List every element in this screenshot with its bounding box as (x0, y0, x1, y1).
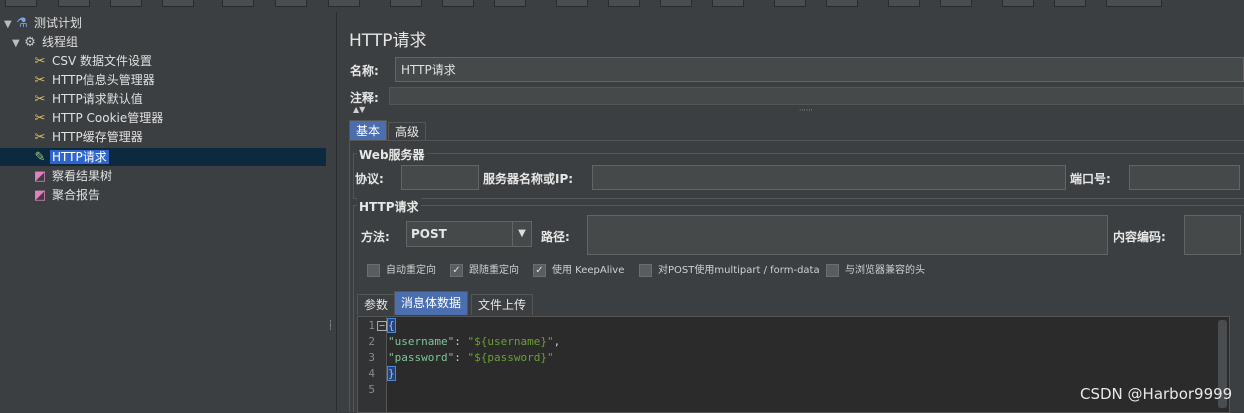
checkbox-unchecked-icon[interactable] (639, 263, 652, 277)
chart-icon: ◩ (33, 188, 47, 203)
wrench-icon: ✂ (34, 92, 46, 107)
chevron-down-icon[interactable]: ▼ (512, 222, 531, 246)
tab-parameters[interactable]: 参数 (357, 294, 396, 315)
encoding-label: 内容编码: (1113, 230, 1166, 244)
name-input[interactable] (395, 57, 1244, 82)
server-label: 服务器名称或IP: (483, 172, 574, 186)
port-input[interactable] (1129, 165, 1240, 190)
line-gutter: 1 2 3 4 5 − (358, 317, 387, 412)
checkbox-unchecked-icon[interactable] (826, 263, 839, 277)
toggle-button[interactable] (494, 0, 526, 7)
keepalive-checkbox[interactable]: ✓ 使用 KeepAlive (533, 263, 624, 279)
cut-button[interactable] (222, 0, 254, 7)
test-plan-tree: ▼ ⚗ 测试计划 ▼ ⚙ 线程组 ✂ CSV 数据文件设置 ✂ HTTP信息头管理器 ✂ HT… (0, 12, 327, 411)
function-helper-button[interactable] (1002, 0, 1034, 7)
method-value: POST (411, 227, 447, 241)
line-number: 1 (368, 319, 375, 332)
chart-icon: ◩ (33, 169, 47, 184)
code-line-3: "password": "${password}" (388, 351, 554, 364)
code-line-4: } (387, 366, 396, 381)
checkbox-checked-icon[interactable]: ✓ (450, 263, 463, 277)
fold-collapse-icon[interactable]: − (377, 321, 387, 331)
comment-label: 注释: (350, 91, 379, 105)
splitter[interactable] (326, 12, 337, 411)
templates-button[interactable] (58, 0, 90, 7)
open-button[interactable] (110, 0, 142, 7)
wrench-icon: ✂ (34, 73, 46, 88)
flask-icon: ⚗ (16, 16, 28, 31)
wrench-icon: ✂ (34, 54, 46, 69)
line-number: 5 (368, 383, 375, 396)
splitter-grip-icon[interactable]: ⁞ ⁞ (329, 320, 333, 334)
tree-node-thread-group[interactable]: ▼ ⚙ 线程组 (12, 33, 80, 51)
tab-body-data[interactable]: 消息体数据 (394, 291, 469, 315)
wrench-icon: ✂ (34, 111, 46, 126)
toolbar (0, 0, 1244, 8)
tree-node-aggregate-report[interactable]: ◩ 聚合报告 (32, 186, 102, 204)
follow-redirects-checkbox[interactable]: ✓ 跟随重定向 (450, 263, 519, 279)
save-button[interactable] (162, 0, 194, 7)
search-button[interactable] (888, 0, 920, 7)
web-server-title: Web服务器 (357, 146, 427, 163)
help-button[interactable] (1054, 0, 1086, 7)
shutdown-button[interactable] (712, 0, 744, 7)
status-field (1106, 0, 1162, 7)
start-button[interactable] (556, 0, 588, 7)
panel-title: HTTP请求 (349, 31, 427, 51)
line-number: 2 (368, 335, 375, 348)
line-number: 4 (368, 367, 375, 380)
stop-button[interactable] (660, 0, 692, 7)
http-request-group-title: HTTP请求 (357, 198, 421, 215)
tree-node-cache-manager[interactable]: ✂ HTTP缓存管理器 (32, 128, 145, 146)
comment-input[interactable] (389, 87, 1244, 105)
line-number: 3 (368, 351, 375, 364)
divider-grip-icon[interactable]: ⋯⋯ (799, 106, 813, 114)
code-line-2: "username": "${username}", (388, 335, 561, 348)
redirect-auto-checkbox[interactable]: 自动重定向 (367, 263, 436, 279)
pipette-icon: ✎ (34, 150, 46, 165)
expand-arrow-icon[interactable]: ▼ (12, 35, 22, 53)
clear-button[interactable] (774, 0, 806, 7)
tree-node-http-request[interactable]: ✎ HTTP请求 (0, 148, 326, 166)
collapse-arrows-icon[interactable]: ▲▼ (353, 105, 365, 114)
http-request-panel: HTTP请求 名称: 注释: ▲▼ ⋯⋯ 基本 高级 Web服务器 协议: 服务… (337, 12, 1244, 413)
multipart-checkbox[interactable]: 对POST使用multipart / form-data (639, 263, 820, 279)
reset-search-button[interactable] (940, 0, 972, 7)
port-label: 端口号: (1070, 172, 1111, 186)
encoding-input[interactable] (1184, 215, 1241, 255)
start-no-pause-button[interactable] (608, 0, 640, 7)
browser-headers-checkbox[interactable]: 与浏览器兼容的头 (826, 263, 925, 279)
gear-icon: ⚙ (24, 35, 36, 50)
tree-node-cookie-manager[interactable]: ✂ HTTP Cookie管理器 (32, 109, 165, 127)
tree-node-csv-data[interactable]: ✂ CSV 数据文件设置 (32, 52, 154, 70)
name-label: 名称: (350, 64, 379, 78)
expand-button[interactable] (390, 0, 422, 7)
new-button[interactable] (5, 0, 37, 7)
watermark: CSDN @Harbor9999 (1080, 385, 1233, 403)
collapse-button[interactable] (442, 0, 474, 7)
tree-node-header-manager[interactable]: ✂ HTTP信息头管理器 (32, 71, 157, 89)
method-label: 方法: (361, 230, 390, 244)
server-input[interactable] (592, 165, 1066, 190)
tab-file-upload[interactable]: 文件上传 (471, 294, 534, 315)
tree-node-view-results-tree[interactable]: ◩ 察看结果树 (32, 167, 114, 185)
path-input[interactable] (587, 215, 1108, 255)
tree-node-request-defaults[interactable]: ✂ HTTP请求默认值 (32, 90, 145, 108)
tab-advanced[interactable]: 高级 (388, 122, 427, 141)
method-dropdown[interactable]: POST ▼ (406, 221, 532, 247)
code-line-1: { (387, 318, 396, 333)
wrench-icon: ✂ (34, 130, 46, 145)
tree-node-test-plan[interactable]: ▼ ⚗ 测试计划 (4, 14, 84, 32)
protocol-label: 协议: (355, 172, 384, 186)
checkbox-unchecked-icon[interactable] (367, 263, 380, 277)
tab-basic[interactable]: 基本 (349, 120, 388, 141)
paste-button[interactable] (328, 0, 360, 7)
clear-all-button[interactable] (826, 0, 858, 7)
expand-arrow-icon[interactable]: ▼ (4, 16, 14, 34)
checkbox-checked-icon[interactable]: ✓ (533, 263, 546, 277)
protocol-input[interactable] (401, 165, 479, 190)
path-label: 路径: (541, 230, 570, 244)
copy-button[interactable] (275, 0, 307, 7)
